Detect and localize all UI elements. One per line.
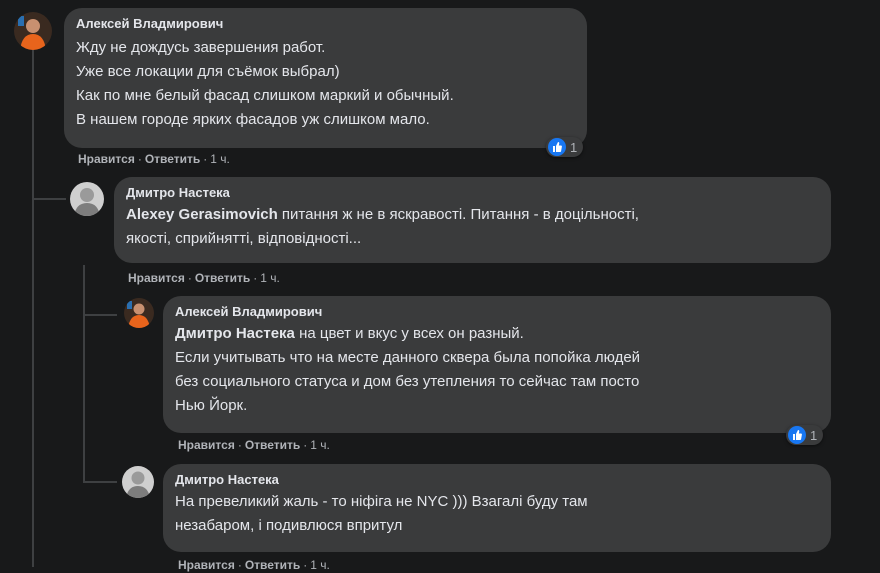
separator: · bbox=[237, 558, 242, 572]
avatar[interactable] bbox=[14, 12, 52, 50]
thread-line bbox=[32, 200, 34, 567]
reply-link[interactable]: Ответить bbox=[245, 438, 300, 452]
thread-line bbox=[83, 481, 117, 483]
comment-text-line: Дмитро Настека на цвет и вкус у всех он … bbox=[175, 322, 819, 346]
comment-bubble: Дмитро Настека Alexey Gerasimovich питан… bbox=[114, 177, 831, 263]
comment-actions: Нравится · Ответить · 1 ч. bbox=[178, 557, 330, 573]
separator: · bbox=[187, 271, 192, 285]
comment-bubble: Алексей Владмирович Дмитро Настека на цв… bbox=[163, 296, 831, 433]
comment-text-line: Нью Йорк. bbox=[175, 397, 248, 414]
comment-text-line: Alexey Gerasimovich питання ж не в яскра… bbox=[126, 203, 819, 227]
timestamp[interactable]: 1 ч. bbox=[210, 152, 230, 166]
comment-text-line: незабаром, і подивлюся впритул bbox=[175, 517, 403, 534]
separator: · bbox=[253, 271, 258, 285]
timestamp[interactable]: 1 ч. bbox=[310, 558, 330, 572]
thread-line bbox=[32, 198, 66, 200]
thread-line bbox=[83, 316, 85, 482]
comment-actions: Нравится · Ответить · 1 ч. bbox=[178, 437, 330, 453]
like-icon bbox=[548, 138, 566, 156]
reaction-count[interactable]: 1 bbox=[546, 137, 584, 157]
separator: · bbox=[303, 438, 308, 452]
thread-line bbox=[83, 265, 85, 315]
reply-link[interactable]: Ответить bbox=[145, 152, 200, 166]
comment-bubble: Дмитро Настека На превеликий жаль - то н… bbox=[163, 464, 831, 552]
separator: · bbox=[303, 558, 308, 572]
like-link[interactable]: Нравится bbox=[178, 558, 235, 572]
comment-author[interactable]: Дмитро Настека bbox=[126, 185, 819, 201]
avatar[interactable] bbox=[70, 182, 104, 216]
mention-link[interactable]: Дмитро Настека bbox=[175, 325, 295, 342]
comment-author[interactable]: Алексей Владмирович bbox=[76, 16, 575, 32]
comment-author[interactable]: Алексей Владмирович bbox=[175, 304, 819, 320]
avatar[interactable] bbox=[122, 466, 154, 498]
reply-link[interactable]: Ответить bbox=[245, 558, 300, 572]
thread-line bbox=[32, 48, 34, 200]
separator: · bbox=[237, 438, 242, 452]
avatar[interactable] bbox=[124, 298, 154, 328]
comment-text-line: В нашем городе ярких фасадов уж слишком … bbox=[76, 111, 430, 128]
like-icon bbox=[788, 426, 806, 444]
like-link[interactable]: Нравится bbox=[128, 271, 185, 285]
comment-actions: Нравится · Ответить · 1 ч. bbox=[78, 151, 230, 167]
timestamp[interactable]: 1 ч. bbox=[310, 438, 330, 452]
mention-link[interactable]: Alexey Gerasimovich bbox=[126, 206, 278, 223]
reply-link[interactable]: Ответить bbox=[195, 271, 250, 285]
comment-text-line: Уже все локации для съёмок выбрал) bbox=[76, 63, 340, 80]
comment-text: питання ж не в яскравості. Питання - в д… bbox=[277, 206, 639, 223]
comment-text-line: На превеликий жаль - то ніфіга не NYC ))… bbox=[175, 493, 588, 510]
comment-text-line: якості, сприйнятті, відповідності... bbox=[126, 230, 362, 247]
thread-line bbox=[83, 314, 117, 316]
comment-author[interactable]: Дмитро Настека bbox=[175, 472, 819, 488]
like-link[interactable]: Нравится bbox=[178, 438, 235, 452]
separator: · bbox=[137, 152, 142, 166]
reaction-count-value: 1 bbox=[810, 427, 818, 443]
comment-text: на цвет и вкус у всех он разный. bbox=[294, 325, 524, 342]
reaction-count-value: 1 bbox=[570, 139, 578, 155]
comment-text-line: Как по мне белый фасад слишком маркий и … bbox=[76, 87, 454, 104]
separator: · bbox=[203, 152, 208, 166]
comment-actions: Нравится · Ответить · 1 ч. bbox=[128, 270, 280, 286]
like-link[interactable]: Нравится bbox=[78, 152, 135, 166]
comment-text-line: без социального статуса и дом без утепле… bbox=[175, 373, 640, 390]
comment-bubble: Алексей Владмирович Жду не дождусь завер… bbox=[64, 8, 587, 148]
reaction-count[interactable]: 1 bbox=[786, 425, 824, 445]
comment-text-line: Если учитывать что на месте данного скве… bbox=[175, 349, 641, 366]
timestamp[interactable]: 1 ч. bbox=[260, 271, 280, 285]
comment-text-line: Жду не дождусь завершения работ. bbox=[76, 39, 326, 56]
